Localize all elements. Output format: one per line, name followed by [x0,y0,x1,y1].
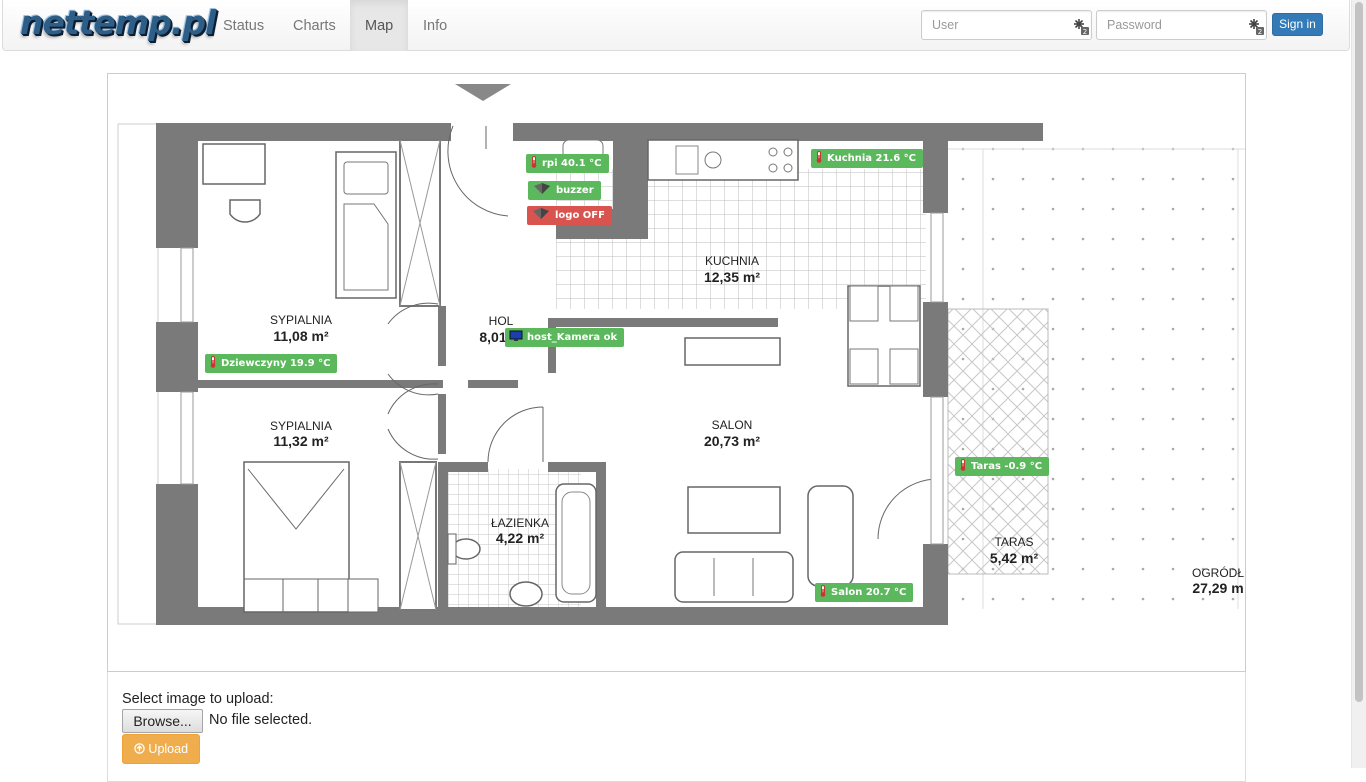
sensor-host-kamera[interactable]: host_Kamera ok [505,328,625,347]
sensor-salon[interactable]: Salon 20.7 °C [815,583,914,602]
sensor-label: buzzer [556,185,594,196]
thermometer-icon [820,585,826,597]
upload-button[interactable]: Upload [122,734,200,764]
upload-panel: Select image to upload: Browse... No fil… [107,672,1246,782]
user-field[interactable]: 2 [921,10,1092,40]
sensor-label: Salon 20.7 °C [831,587,907,598]
sensor-label: host_Kamera ok [527,332,618,343]
sign-in-button[interactable]: Sign in [1272,13,1323,36]
floor-plan-image: SYPIALNIA 11,08 m² SYPIALNIA 11,32 m² HO… [117,84,1245,625]
sensor-taras[interactable]: Taras -0.9 °C [955,457,1050,476]
sensor-label: Dziewczyny 19.9 °C [221,358,331,369]
sensor-dziewczyny[interactable]: Dziewczyny 19.9 °C [205,354,338,373]
monitor-icon [509,330,523,341]
thermometer-icon [531,156,537,168]
file-status: No file selected. [209,712,313,728]
relay-icon [534,183,550,194]
svg-text:2: 2 [1258,28,1262,35]
upload-label: Select image to upload: [122,691,274,707]
browse-button[interactable]: Browse... [122,709,203,733]
room-area: 11,08 m² [273,328,329,344]
room-area: 27,29 m [1192,580,1243,596]
room-area: 5,42 m² [990,550,1039,566]
sensor-rpi[interactable]: rpi 40.1 °C [526,154,609,173]
tab-status[interactable]: Status [208,0,279,51]
sensor-label: Taras -0.9 °C [971,461,1043,472]
room-label: KUCHNIA [705,254,759,268]
password-field[interactable]: 2 [1096,10,1267,40]
tab-charts[interactable]: Charts [278,0,351,51]
room-label: SALON [712,418,753,432]
circle-arrow-up-icon [134,743,145,754]
sensor-label: Kuchnia 21.6 °C [827,153,917,164]
key-icon: 2 [1074,19,1089,35]
password-input[interactable] [1097,11,1247,39]
room-area: 12,35 m² [704,269,760,285]
room-label: SYPIALNIA [270,313,332,327]
sensor-label: rpi 40.1 °C [542,158,602,169]
thermometer-icon [210,356,216,368]
key-icon: 2 [1249,19,1264,35]
sensor-label: logo OFF [555,210,605,221]
sensor-logo[interactable]: logo OFF [527,206,612,225]
relay-icon [533,208,549,219]
room-label: OGRÓDŁ [1192,565,1244,580]
room-label: HOL [489,314,514,328]
navbar: nettemp.pl Status Charts Map Info 2 2 Si… [2,0,1350,51]
room-area: 11,32 m² [273,433,329,449]
room-label: SYPIALNIA [270,419,332,433]
tab-map[interactable]: Map [350,0,408,51]
page-scrollbar[interactable] [1351,0,1366,768]
room-area: 4,22 m² [496,530,545,546]
sensor-kuchnia[interactable]: Kuchnia 21.6 °C [811,149,924,168]
svg-text:2: 2 [1083,28,1087,35]
sensor-buzzer[interactable]: buzzer [528,181,601,200]
room-area: 20,73 m² [704,433,760,449]
room-label: TARAS [994,535,1033,549]
thermometer-icon [816,151,822,163]
room-label: ŁAZIENKA [491,516,549,530]
room-area: 8,01 [479,329,506,345]
tab-info[interactable]: Info [408,0,462,51]
thermometer-icon [960,459,966,471]
map-panel: SYPIALNIA 11,08 m² SYPIALNIA 11,32 m² HO… [107,73,1246,672]
user-input[interactable] [922,11,1072,39]
upload-label-text: Upload [148,742,189,756]
scrollbar-thumb[interactable] [1355,2,1363,702]
brand-logo[interactable]: nettemp.pl [20,2,216,44]
